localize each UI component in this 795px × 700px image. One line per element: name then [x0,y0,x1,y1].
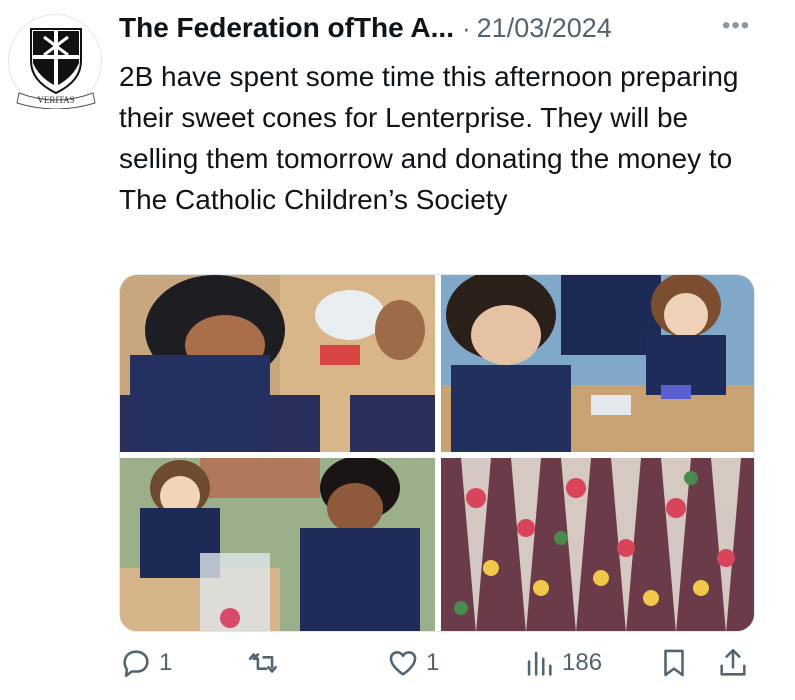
post-date[interactable]: 21/03/2024 [477,13,612,44]
photo-1[interactable] [120,275,435,452]
like-icon [389,651,417,676]
avatar-motto: VERITAS [37,95,74,105]
reply-count: 1 [159,649,173,676]
action-bar: 1 1 186 [0,638,795,698]
post-text: 2B have spent some time this afternoon p… [119,61,739,215]
like-count: 1 [426,649,440,676]
like-button[interactable]: 1 [386,646,439,680]
bookmark-icon [664,649,684,677]
school-crest-icon: VERITAS [16,28,96,109]
share-button[interactable] [716,646,750,680]
views-count: 186 [562,649,603,676]
post-header: The Federation ofThe A... · 21/03/2024 [119,10,612,46]
reply-button[interactable]: 1 [119,646,172,680]
repost-button[interactable] [248,646,288,680]
photo-2[interactable] [441,275,754,452]
media-grid[interactable] [119,274,755,632]
more-options-icon[interactable]: ••• [722,12,750,40]
author-name[interactable]: The Federation ofThe A... [119,12,454,44]
views-icon [527,651,552,676]
reply-icon [123,650,149,678]
views-button[interactable]: 186 [522,646,602,680]
photo-3[interactable] [120,458,435,631]
author-avatar[interactable]: VERITAS [8,14,102,109]
bookmark-button[interactable] [657,646,691,680]
separator: · [461,12,471,43]
share-icon [720,648,746,676]
photo-4[interactable] [441,458,754,631]
repost-icon [248,653,277,673]
